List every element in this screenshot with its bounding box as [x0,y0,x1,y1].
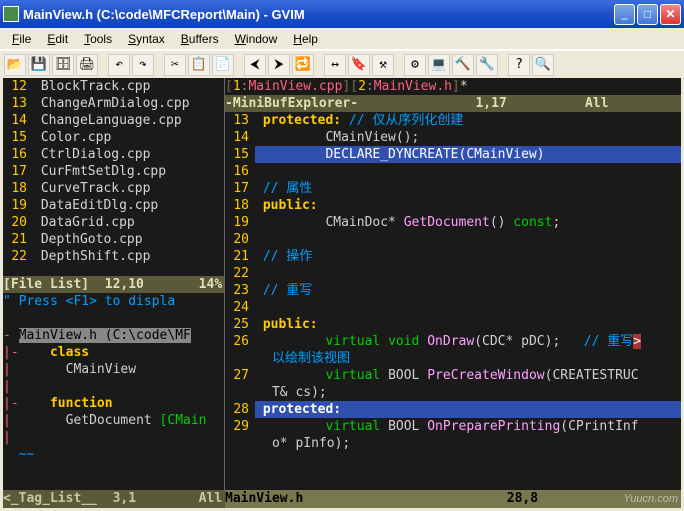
taglist-hint: " Press <F1> to displa [3,294,175,309]
file-list-item[interactable]: 15 Color.cpp [3,129,224,146]
saveall-icon[interactable]: 🗄 [52,54,74,76]
file-list-item[interactable]: 17 CurFmtSetDlg.cpp [3,163,224,180]
paste-icon[interactable]: 📄 [212,54,234,76]
help-icon[interactable]: ? [508,54,530,76]
menu-edit[interactable]: Edit [39,30,76,48]
file-list-item[interactable]: 12 BlockTrack.cpp [3,78,224,95]
wrap-indicator: > [633,334,641,349]
buffer-tabs[interactable]: [1:MainView.cpp][2:MainView.h]* [225,78,681,95]
cut-icon[interactable]: ✂ [164,54,186,76]
print-icon[interactable]: 🖨 [76,54,98,76]
right-pane: [1:MainView.cpp][2:MainView.h]* -MiniBuf… [225,78,681,490]
close-button[interactable]: ✕ [660,4,681,25]
fold-icon[interactable]: - [3,328,19,343]
menubar: File Edit Tools Syntax Buffers Window He… [0,28,684,50]
file-list-item[interactable]: 19 DataEditDlg.cpp [3,197,224,214]
editor-area: 12 BlockTrack.cpp13 ChangeArmDialog.cpp1… [3,78,681,508]
titlebar: MainView.h (C:\code\MFCReport\Main) - GV… [0,0,684,28]
code-editor[interactable]: 13 protected: // 仅从序列化创建 14 CMainView();… [225,112,681,490]
replace-icon[interactable]: 🔁 [292,54,314,76]
taglist-file[interactable]: MainView.h (C:\code\MF [19,328,191,343]
taglist-blank [3,310,224,327]
taglist-status: <_Tag_List__ 3,1 All [3,490,225,508]
file-list-pane[interactable]: 12 BlockTrack.cpp13 ChangeArmDialog.cpp1… [3,78,224,276]
file-list-item[interactable]: 21 DepthGoto.cpp [3,231,224,248]
status-position: 28,8 [303,490,616,508]
undo-icon[interactable]: ↶ [108,54,130,76]
open-icon[interactable]: 📂 [4,54,26,76]
save-icon[interactable]: 💾 [28,54,50,76]
hammer-icon[interactable]: 🔨 [452,54,474,76]
build-icon[interactable]: ⚙ [404,54,426,76]
file-list-item[interactable]: 22 DepthShift.cpp [3,248,224,265]
menu-help[interactable]: Help [285,30,326,48]
make-icon[interactable]: ⚒ [372,54,394,76]
filelist-status: [File List] 12,10 14% [3,276,224,293]
toolbar: 📂💾🗄🖨 ↶↷ ✂📋📄 ⮜⮞🔁 ↔🔖⚒ ⚙💻🔨🔧?🔍 [0,50,684,78]
left-pane: 12 BlockTrack.cpp13 ChangeArmDialog.cpp1… [3,78,225,490]
file-list-item[interactable]: 16 CtrlDialog.cpp [3,146,224,163]
tag-class-header: class [50,345,89,360]
tree-bar: |- [3,345,19,360]
redo-icon[interactable]: ↷ [132,54,154,76]
tag-function-return: [CMain [160,413,207,428]
status-filename: MainView.h [225,490,303,508]
window-title: MainView.h (C:\code\MFCReport\Main) - GV… [23,7,305,22]
tag-class-name[interactable]: CMainView [66,362,136,377]
file-list-item[interactable]: 18 CurveTrack.cpp [3,180,224,197]
jump-icon[interactable]: ↔ [324,54,346,76]
tag-icon[interactable]: 🔖 [348,54,370,76]
maximize-button[interactable]: □ [637,4,658,25]
wrench-icon[interactable]: 🔧 [476,54,498,76]
tilde: ~~ [19,447,35,462]
taglist-pane[interactable]: " Press <F1> to displa - MainView.h (C:\… [3,293,224,491]
find-next-icon[interactable]: ⮞ [268,54,290,76]
menu-buffers[interactable]: Buffers [173,30,227,48]
menu-syntax[interactable]: Syntax [120,30,173,48]
modified-indicator: * [460,79,468,94]
file-list-item[interactable]: 20 DataGrid.cpp [3,214,224,231]
menu-tools[interactable]: Tools [76,30,120,48]
shell-icon[interactable]: 💻 [428,54,450,76]
file-list-item[interactable]: 14 ChangeLanguage.cpp [3,112,224,129]
bottom-status: <_Tag_List__ 3,1 All MainView.h 28,8 [3,490,681,508]
app-icon [3,6,19,22]
tag-function-name[interactable]: GetDocument [66,413,152,428]
find-prev-icon[interactable]: ⮜ [244,54,266,76]
search-help-icon[interactable]: 🔍 [532,54,554,76]
menu-window[interactable]: Window [227,30,286,48]
minibuf-explorer-status: -MiniBufExplorer- 1,17 All [225,95,681,112]
copy-icon[interactable]: 📋 [188,54,210,76]
tag-function-header: function [50,396,113,411]
tab-2[interactable]: MainView.h [374,79,452,94]
minimize-button[interactable]: _ [614,4,635,25]
tab-1[interactable]: MainView.cpp [248,79,342,94]
file-list-item[interactable]: 13 ChangeArmDialog.cpp [3,95,224,112]
menu-file[interactable]: File [4,30,39,48]
current-line[interactable]: 15 DECLARE_DYNCREATE(CMainView) [225,146,681,163]
